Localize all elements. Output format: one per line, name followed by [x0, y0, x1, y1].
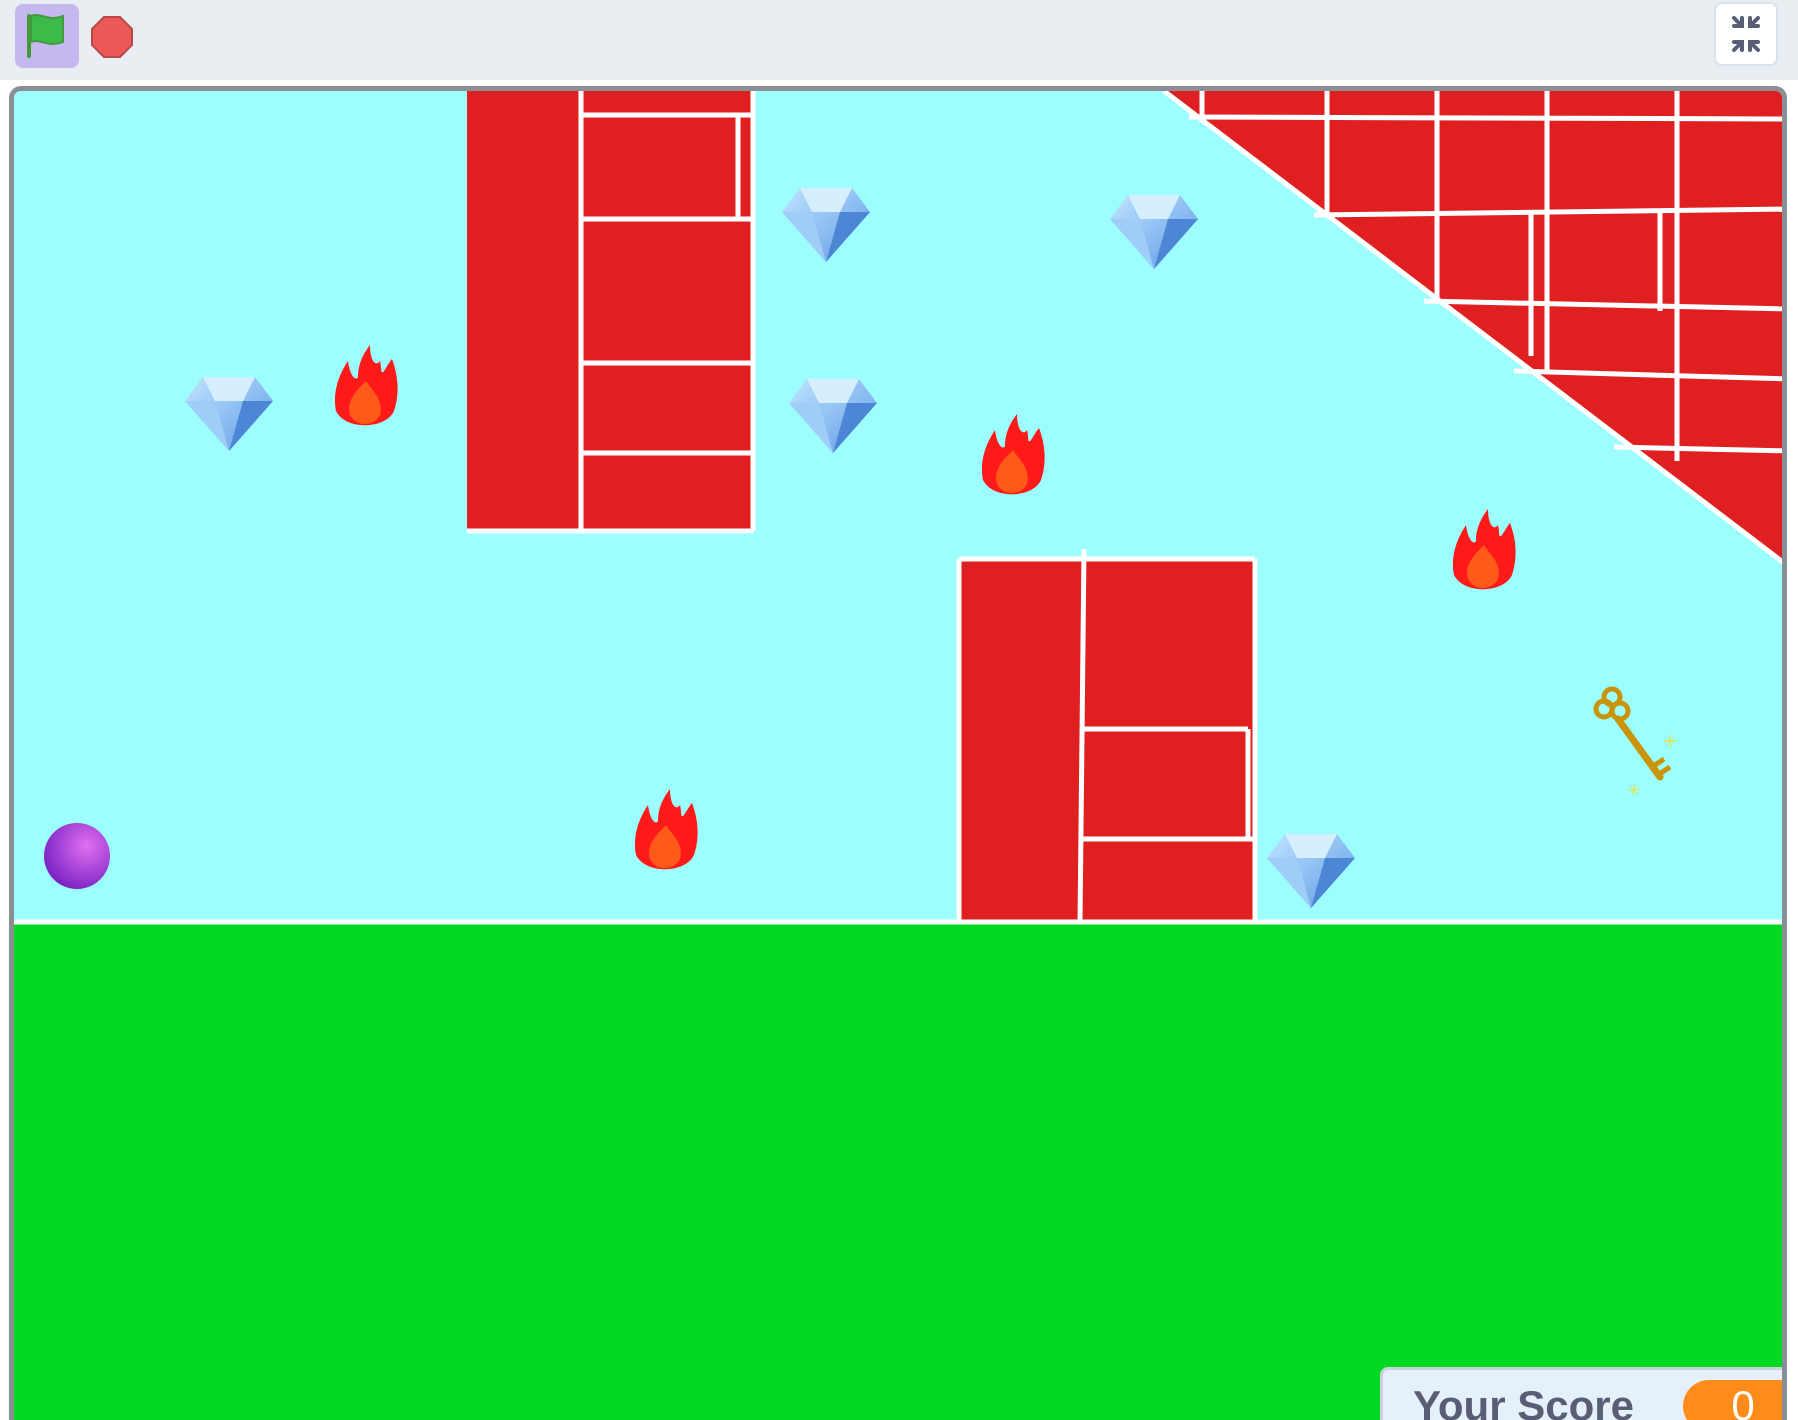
exit-fullscreen-button[interactable] — [1714, 2, 1778, 66]
player-ball[interactable] — [44, 823, 110, 889]
score-monitor: Your Score 0 — [1380, 1367, 1782, 1420]
score-label: Your Score — [1413, 1382, 1634, 1420]
ground — [14, 921, 1782, 1420]
score-value: 0 — [1683, 1380, 1782, 1420]
top-brick-column — [467, 91, 756, 534]
lower-brick-column — [956, 548, 1258, 924]
exit-fullscreen-icon — [1732, 16, 1760, 52]
stop-button[interactable] — [88, 13, 136, 61]
player-controls-bar — [0, 0, 1798, 80]
stage-scene — [14, 91, 1782, 1420]
green-flag-icon — [27, 14, 64, 58]
green-flag-button[interactable] — [15, 4, 79, 68]
game-stage[interactable]: Your Score 0 — [9, 86, 1787, 1420]
stop-icon — [91, 16, 133, 58]
